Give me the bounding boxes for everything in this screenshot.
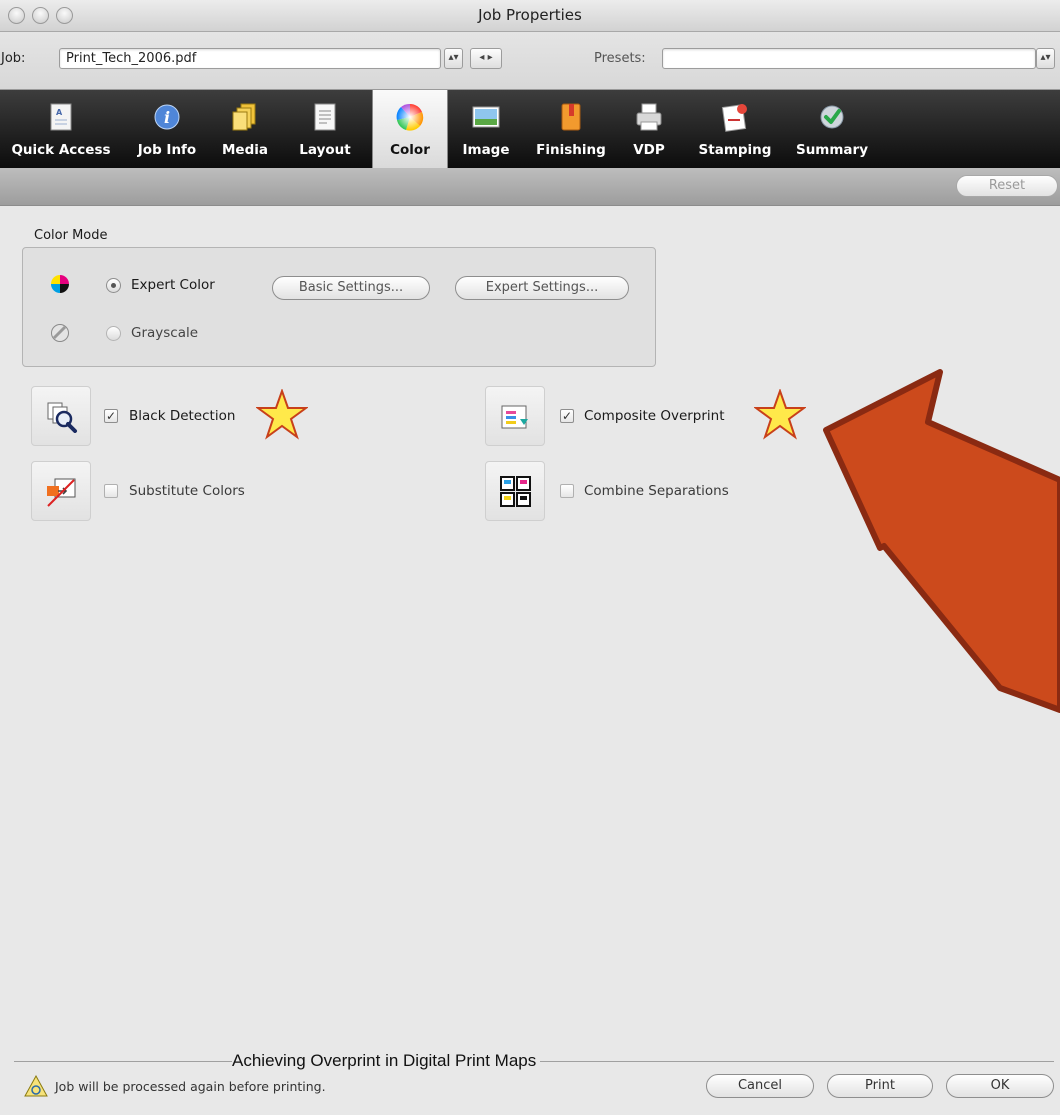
tab-label: Finishing — [536, 142, 606, 158]
checkmark-icon — [820, 105, 844, 129]
image-icon — [472, 106, 500, 128]
finishing-icon — [561, 103, 581, 131]
tab-job-info[interactable]: i Job Info — [122, 90, 212, 168]
presets-label: Presets: — [594, 51, 646, 66]
window-title: Job Properties — [478, 6, 582, 24]
substitute-colors-label: Substitute Colors — [129, 483, 245, 499]
cmyk-color-icon — [51, 275, 69, 293]
composite-overprint-label: Composite Overprint — [584, 408, 725, 424]
job-prev-next-buttons[interactable]: ◂ ▸ — [470, 48, 502, 69]
tab-stamping[interactable]: Stamping — [680, 90, 790, 168]
magnifier-icon — [47, 402, 77, 433]
media-icon — [232, 103, 256, 131]
job-bar: Job: Print_Tech_2006.pdf ▴▾ ◂ ▸ Presets:… — [0, 32, 1060, 90]
info-icon: i — [154, 104, 180, 130]
tab-label: Media — [222, 142, 268, 158]
expert-color-label: Expert Color — [131, 277, 215, 293]
substitute-colors-icon — [47, 478, 76, 507]
substitute-colors-checkbox[interactable] — [104, 484, 118, 498]
next-job-icon[interactable]: ▸ — [488, 52, 493, 63]
expert-color-radio[interactable] — [106, 278, 121, 293]
combine-separations-label: Combine Separations — [584, 483, 729, 499]
basic-settings-button[interactable]: Basic Settings... — [272, 276, 430, 300]
grayscale-icon — [51, 324, 69, 342]
tab-label: Quick Access — [11, 142, 111, 158]
tab-label: Layout — [299, 142, 351, 158]
tab-label: Stamping — [698, 142, 772, 158]
color-wheel-icon — [396, 103, 424, 131]
tab-label: Summary — [795, 142, 869, 158]
composite-overprint-checkbox[interactable]: ✓ — [560, 409, 574, 423]
tab-image[interactable]: Image — [448, 90, 524, 168]
category-toolbar: A Quick Access i Job Info Media Layout C… — [0, 90, 1060, 168]
tab-label: Color — [390, 142, 430, 158]
combine-separations-checkbox[interactable] — [560, 484, 574, 498]
grayscale-label: Grayscale — [131, 325, 199, 341]
ok-button[interactable]: OK — [946, 1074, 1054, 1098]
tab-label: Job Info — [137, 142, 197, 158]
job-select[interactable]: Print_Tech_2006.pdf — [59, 48, 441, 69]
presets-select[interactable] — [662, 48, 1036, 69]
color-mode-label: Color Mode — [34, 228, 108, 243]
section-header-bar: Reset — [0, 168, 1060, 206]
combine-separations-icon-box — [485, 461, 545, 521]
highlight-star-icon — [256, 389, 308, 440]
layout-icon — [314, 103, 336, 131]
tab-vdp[interactable]: VDP — [618, 90, 680, 168]
print-button[interactable]: Print — [827, 1074, 933, 1098]
tab-label: VDP — [633, 142, 665, 158]
stamping-icon — [721, 104, 747, 132]
expert-settings-button[interactable]: Expert Settings... — [455, 276, 629, 300]
svg-text:A: A — [56, 108, 63, 117]
footer-message: Job will be processed again before print… — [55, 1079, 326, 1094]
highlight-star-icon — [754, 389, 806, 440]
combine-separations-icon — [500, 476, 531, 507]
quick-access-icon: A — [50, 103, 72, 131]
job-select-arrows-icon[interactable]: ▴▾ — [444, 48, 463, 69]
tab-color[interactable]: Color — [372, 90, 448, 168]
tab-quick-access[interactable]: A Quick Access — [0, 90, 122, 168]
warning-icon — [24, 1075, 48, 1097]
svg-text:i: i — [164, 108, 170, 127]
prev-job-icon[interactable]: ◂ — [479, 52, 484, 63]
overprint-icon — [501, 405, 528, 429]
reset-button[interactable]: Reset — [956, 175, 1058, 197]
color-mode-group: Expert Color Basic Settings... Expert Se… — [22, 247, 656, 367]
tab-summary[interactable]: Summary — [790, 90, 874, 168]
presets-select-arrows-icon[interactable]: ▴▾ — [1036, 48, 1055, 69]
title-bar: Job Properties — [0, 0, 1060, 32]
printer-icon — [636, 103, 662, 131]
grayscale-radio[interactable] — [106, 326, 121, 341]
job-label: Job: — [1, 51, 26, 66]
tab-layout[interactable]: Layout — [278, 90, 372, 168]
substitute-colors-icon-box — [31, 461, 91, 521]
composite-overprint-icon-box — [485, 386, 545, 446]
black-detection-icon-box — [31, 386, 91, 446]
annotation-caption: Achieving Overprint in Digital Print Map… — [232, 1051, 541, 1071]
tab-label: Image — [462, 142, 510, 158]
cancel-button[interactable]: Cancel — [706, 1074, 814, 1098]
black-detection-label: Black Detection — [129, 408, 236, 424]
black-detection-checkbox[interactable]: ✓ — [104, 409, 118, 423]
tab-finishing[interactable]: Finishing — [524, 90, 618, 168]
tab-media[interactable]: Media — [212, 90, 278, 168]
